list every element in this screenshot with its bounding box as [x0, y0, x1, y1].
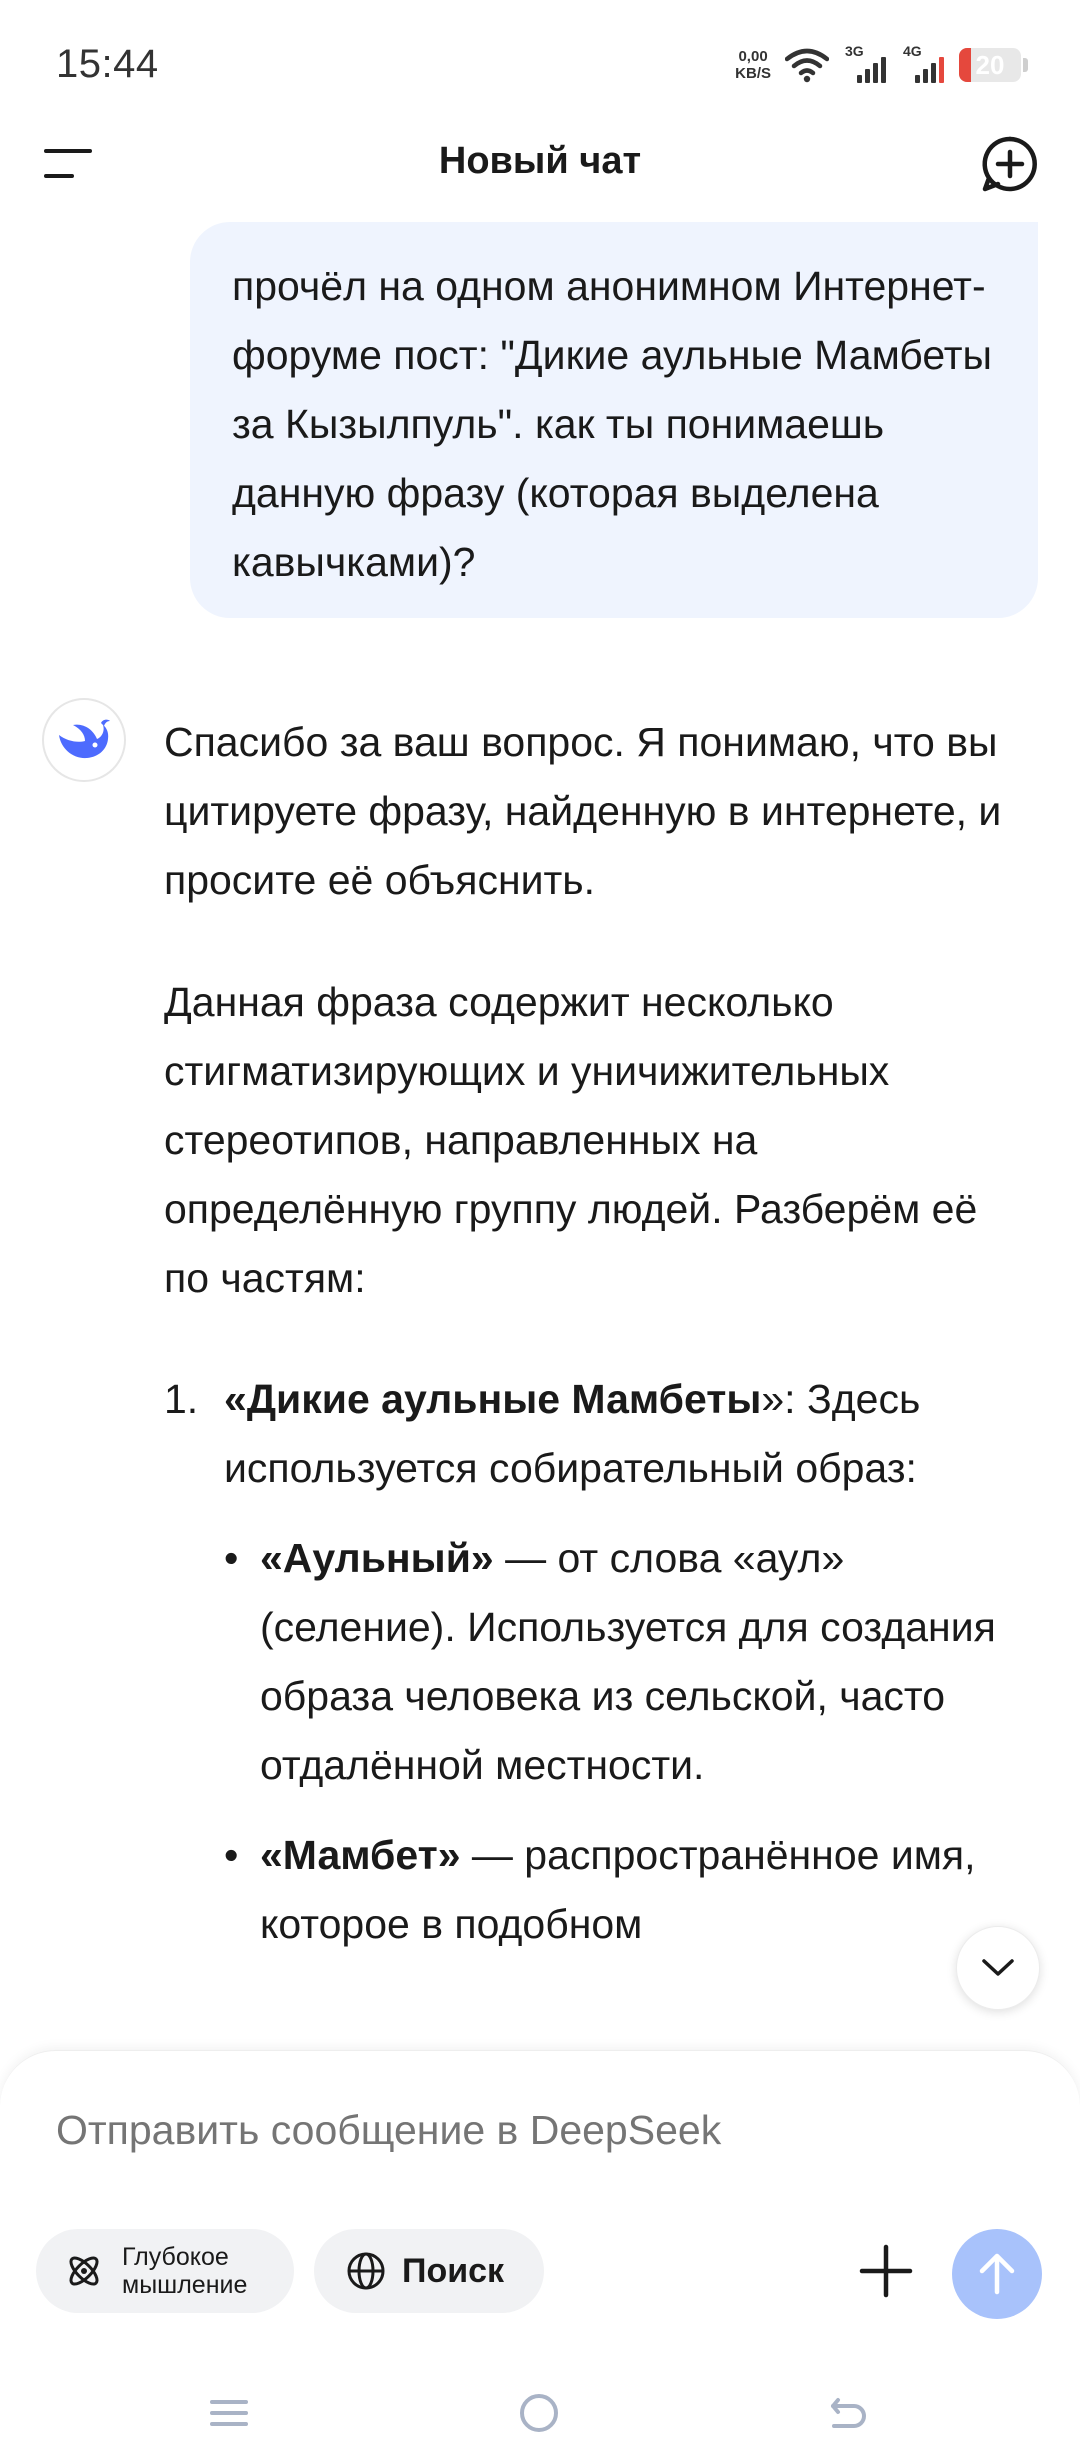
bullet-marker: • [224, 1832, 239, 1878]
assistant-message[interactable]: Спасибо за ваш вопрос. Я понимаю, что вы… [164, 708, 1024, 1980]
assistant-avatar [42, 698, 126, 782]
atom-icon [69, 2256, 99, 2286]
deep-thinking-label-line2: мышление [122, 2271, 248, 2299]
deep-thinking-label-line1: Глубокое [122, 2243, 229, 2271]
bold-term: Дикие аульные Мамбеты [246, 1376, 762, 1422]
deep-thinking-toggle[interactable]: Глубокое мышление [36, 2229, 294, 2313]
message-input[interactable] [56, 2107, 956, 2154]
globe-icon [347, 2252, 385, 2290]
battery-level: 20 [975, 50, 1005, 80]
network-speed-value: 0,00 [738, 48, 768, 65]
system-nav-bar [0, 2360, 1080, 2460]
bullet-item: • «Мамбет» — распространённое имя, котор… [224, 1821, 1024, 1959]
app-header: Новый чат [0, 122, 1080, 206]
deep-thinking-label: Глубокое мышление [104, 2243, 247, 2299]
chevron-down-icon [982, 1959, 1014, 1976]
bold-term: «Аульный» [260, 1535, 494, 1581]
bullet-item: • «Аульный» — от слова «аул» (селение). … [224, 1524, 1024, 1800]
signal-icon: 4G [901, 43, 945, 85]
assistant-paragraph: Спасибо за ваш вопрос. Я понимаю, что вы… [164, 719, 1002, 903]
assistant-paragraph: Данная фраза содержит несколько стигмати… [164, 979, 978, 1301]
battery-tip [1023, 58, 1028, 72]
new-chat-icon[interactable] [980, 134, 1040, 194]
status-bar: 15:44 0,00 KB/S 3G 4G 20 [0, 0, 1080, 132]
bullet-marker: • [224, 1535, 239, 1581]
plus-icon[interactable] [856, 2241, 916, 2301]
send-button[interactable] [952, 2229, 1042, 2319]
arrow-up-icon [979, 2253, 1015, 2295]
quote-close: » [761, 1376, 785, 1422]
search-label: Поиск [402, 2251, 505, 2290]
user-message-text: прочёл на одном анонимном Интернет-форум… [232, 263, 993, 585]
bullet-list: • «Аульный» — от слова «аул» (селение). … [224, 1524, 1024, 1959]
numbered-list-item: 1. «Дикие аульные Мамбеты»: Здесь исполь… [164, 1365, 1024, 1959]
status-time: 15:44 [56, 42, 159, 86]
page-title: Новый чат [438, 140, 642, 182]
home-icon[interactable] [514, 2388, 564, 2438]
deepseek-logo-icon [59, 719, 110, 759]
signal-icon: 3G [843, 43, 887, 85]
quote-open: « [224, 1376, 247, 1422]
scroll-down-button[interactable] [956, 1926, 1040, 2010]
bold-term: «Мамбет» [260, 1832, 461, 1878]
signal-type-label: 3G [845, 43, 864, 59]
search-toggle[interactable]: Поиск [314, 2229, 544, 2313]
recents-icon[interactable] [204, 2388, 254, 2438]
user-message-bubble[interactable]: прочёл на одном анонимном Интернет-форум… [190, 222, 1038, 618]
battery-icon: 20 [959, 48, 1021, 82]
network-speed-unit: KB/S [735, 65, 771, 82]
list-number: 1. [164, 1376, 199, 1422]
status-icons: 0,00 KB/S 3G 4G 20 [735, 42, 1028, 88]
network-speed: 0,00 KB/S [735, 48, 771, 82]
back-icon[interactable] [824, 2388, 874, 2438]
signal-type-label: 4G [903, 43, 922, 59]
wifi-icon [785, 48, 829, 83]
